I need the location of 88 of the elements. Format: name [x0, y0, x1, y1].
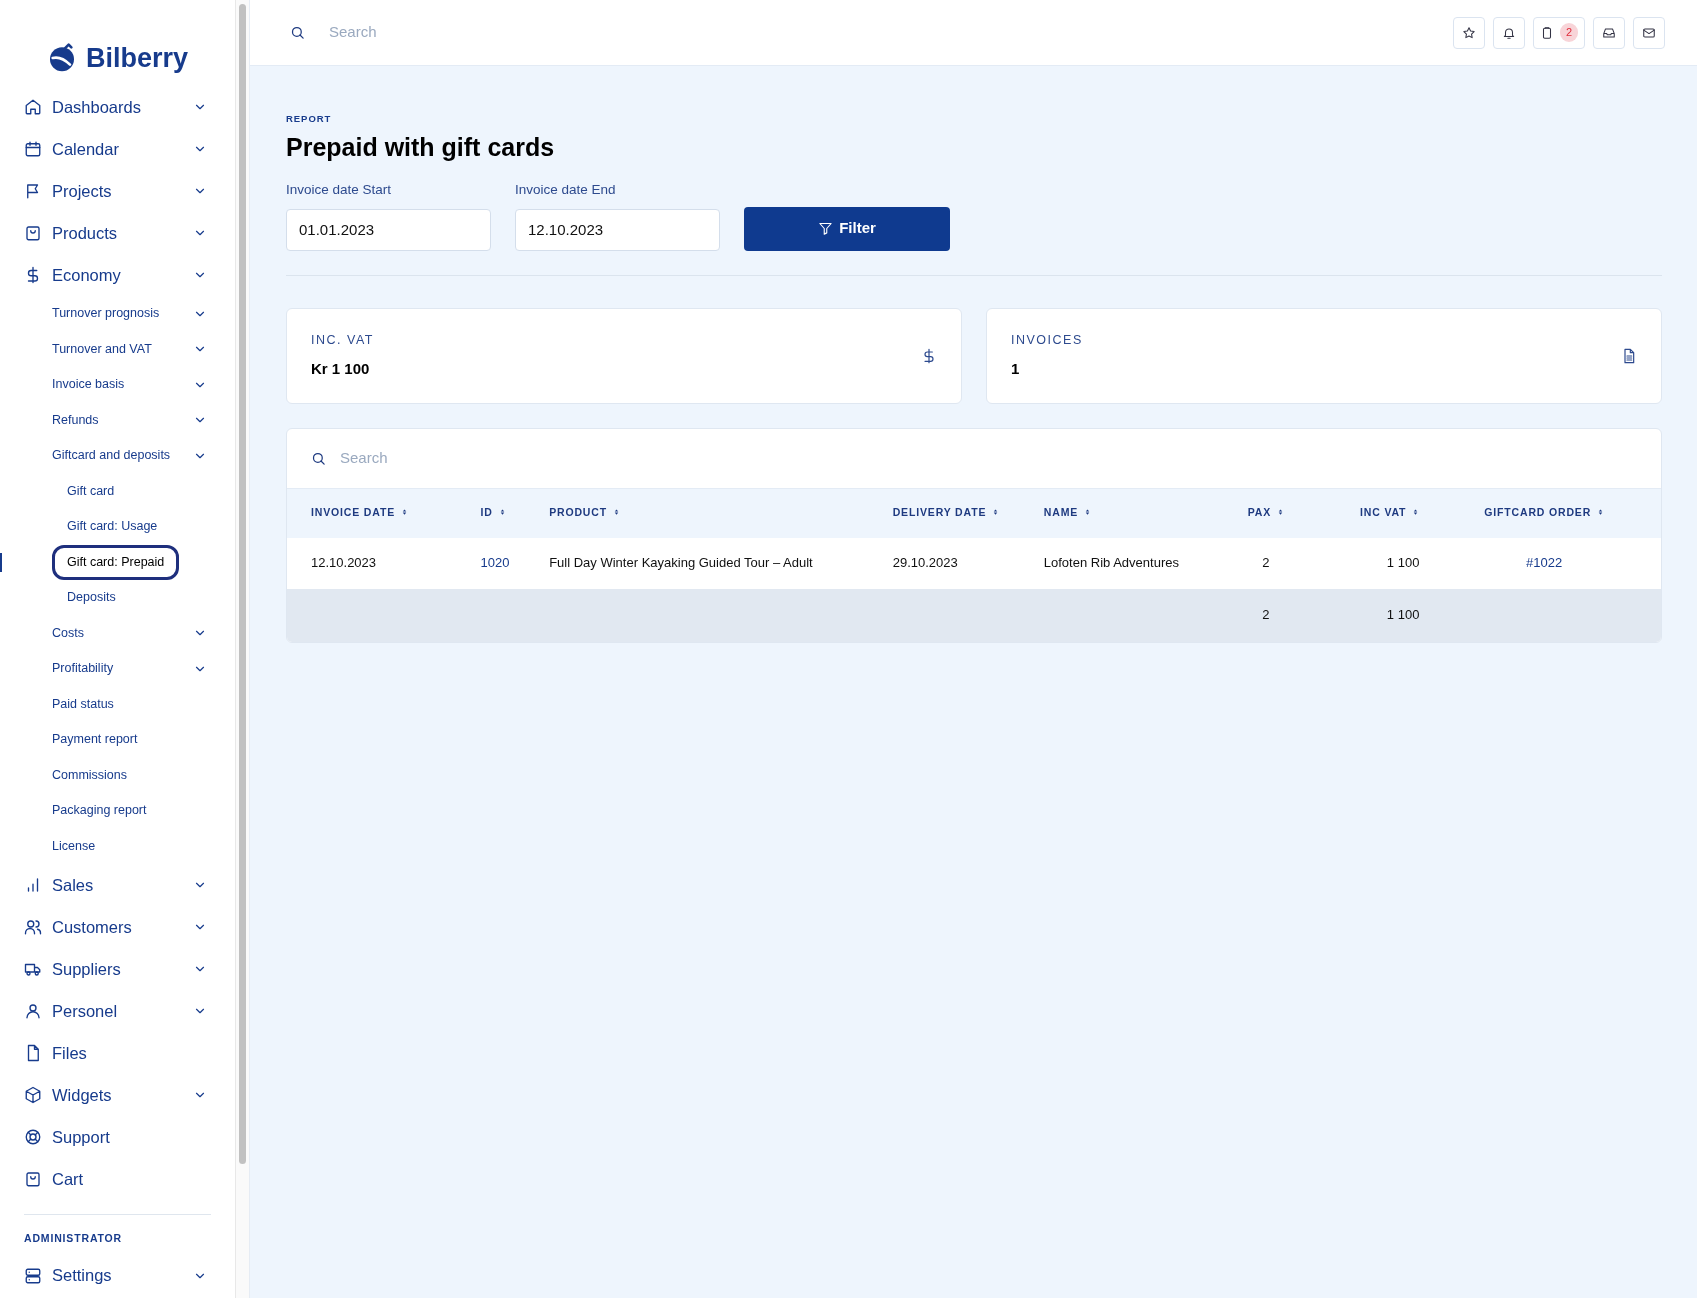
- page-title: Prepaid with gift cards: [286, 132, 556, 163]
- table-link[interactable]: #1022: [1526, 555, 1563, 571]
- nav-item[interactable]: Packaging report: [0, 793, 235, 829]
- total-cell: 2: [1228, 588, 1304, 642]
- nav-item[interactable]: Gift card: Usage: [0, 509, 235, 545]
- nav-item[interactable]: Refunds: [0, 402, 235, 438]
- search-icon: [290, 25, 305, 40]
- lifebuoy-icon: [24, 1128, 42, 1146]
- scrollbar-thumb[interactable]: [239, 4, 246, 1164]
- nav-item[interactable]: Suppliers: [0, 948, 235, 990]
- nav-item[interactable]: Turnover prognosis: [0, 296, 235, 332]
- mail-icon: [1642, 25, 1656, 40]
- column-header[interactable]: GIFTCARD ORDER: [1427, 488, 1661, 538]
- nav-item[interactable]: Profitability: [0, 651, 235, 687]
- nav-item[interactable]: Calendar: [0, 128, 235, 170]
- nav-item[interactable]: Gift card: [0, 473, 235, 509]
- sort-icon: [401, 507, 408, 518]
- date-field[interactable]: 01.01.2023: [286, 208, 491, 251]
- scrollbar[interactable]: [235, 0, 250, 1298]
- toolbar-button[interactable]: [1593, 16, 1625, 49]
- nav-item[interactable]: Economy: [0, 254, 235, 296]
- search-icon: [311, 450, 326, 466]
- nav-item[interactable]: Payment report: [0, 722, 235, 758]
- eyebrow-text: REPORT: [286, 112, 333, 126]
- inbox-icon: [1602, 25, 1616, 40]
- nav-item[interactable]: Customers: [0, 906, 235, 948]
- nav-item[interactable]: Deposits: [0, 580, 235, 616]
- table-cell: Lofoten Rib Adventures: [1035, 537, 1229, 589]
- toolbar-button[interactable]: [1452, 16, 1485, 49]
- nav-item[interactable]: Commissions: [0, 757, 235, 793]
- search-field[interactable]: Search: [338, 445, 1637, 471]
- nav-item[interactable]: Invoice basis: [0, 367, 235, 403]
- bag-icon: [24, 224, 42, 242]
- total-cell: 1 100: [1303, 588, 1428, 642]
- column-header[interactable]: DELIVERY DATE: [884, 488, 1036, 538]
- column-header[interactable]: ID: [472, 488, 542, 538]
- home-icon: [24, 98, 42, 116]
- column-header[interactable]: INC VAT: [1303, 488, 1428, 538]
- toolbar-button[interactable]: [1492, 16, 1525, 49]
- nav-item[interactable]: Products: [0, 212, 235, 254]
- table-cell: Full Day Winter Kayaking Guided Tour – Adult: [541, 537, 885, 589]
- date-field[interactable]: 12.10.2023: [515, 208, 720, 251]
- users-icon: [24, 918, 42, 936]
- stat-label: INC. VAT: [311, 331, 375, 349]
- field-label: Invoice date End: [515, 181, 617, 200]
- filter-button[interactable]: Filter: [744, 206, 950, 251]
- column-header[interactable]: PRODUCT: [541, 488, 885, 538]
- table-link[interactable]: 1020: [480, 555, 510, 571]
- nav-item[interactable]: Projects: [0, 170, 235, 212]
- column-header[interactable]: PAX: [1228, 488, 1304, 538]
- logo-text: Bilberry: [86, 44, 189, 72]
- star-icon: [1461, 25, 1476, 40]
- bag-icon: [24, 1170, 42, 1188]
- nav-item[interactable]: Cart: [0, 1158, 235, 1200]
- nav-item[interactable]: Paid status: [0, 686, 235, 722]
- nav-item[interactable]: Giftcard and deposits: [0, 438, 235, 474]
- dollar-icon: [921, 347, 937, 364]
- nav-item[interactable]: Widgets: [0, 1074, 235, 1116]
- stat-label: INVOICES: [1011, 331, 1084, 349]
- table-cell: 2: [1228, 537, 1304, 589]
- nav-item[interactable]: Dashboards: [0, 86, 235, 128]
- table-cell: 1 100: [1303, 537, 1428, 589]
- document-icon: [1621, 347, 1637, 364]
- stat-value: Kr 1 100: [311, 358, 371, 379]
- nav-item[interactable]: Turnover and VAT: [0, 331, 235, 367]
- column-header[interactable]: NAME: [1035, 488, 1229, 538]
- nav-item[interactable]: Costs: [0, 615, 235, 651]
- filter-icon: [818, 221, 834, 236]
- nav-item[interactable]: Personel: [0, 990, 235, 1032]
- table-cell: 12.10.2023: [287, 537, 473, 589]
- cube-icon: [24, 1086, 42, 1104]
- search-field[interactable]: Search: [327, 20, 1429, 45]
- nav-item[interactable]: Sales: [0, 864, 235, 906]
- nav-item[interactable]: Support: [0, 1116, 235, 1158]
- nav-item[interactable]: Settings: [0, 1254, 235, 1297]
- bell-icon: [1501, 25, 1516, 40]
- stat-value: 1: [1011, 358, 1021, 379]
- calendar-icon: [24, 140, 42, 158]
- nav-item[interactable]: License: [0, 828, 235, 864]
- toolbar-button[interactable]: [1633, 16, 1665, 49]
- table-cell: 29.10.2023: [884, 537, 1036, 589]
- user-icon: [24, 1002, 42, 1020]
- nav-item[interactable]: Files: [0, 1032, 235, 1074]
- count-badge: 2: [1559, 23, 1578, 42]
- field-label: Invoice date Start: [286, 181, 393, 200]
- server-icon: [24, 1266, 42, 1285]
- column-header[interactable]: INVOICE DATE: [287, 488, 473, 538]
- section-heading: ADMINISTRATOR: [23, 1231, 124, 1246]
